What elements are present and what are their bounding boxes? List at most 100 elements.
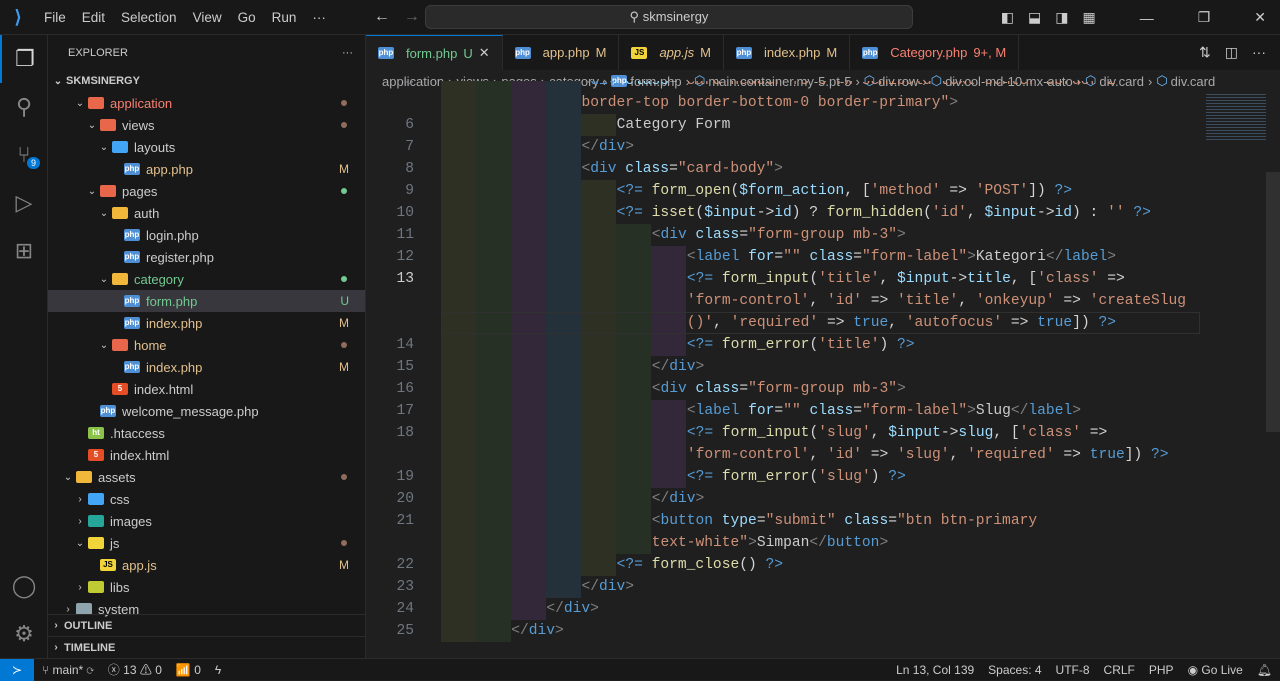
code-line[interactable]: 21 <button type="submit" class="btn btn-p… (366, 510, 1266, 532)
vertical-scrollbar[interactable] (1266, 172, 1280, 432)
tab-app-php[interactable]: php app.php M (503, 35, 620, 70)
account-icon[interactable]: ◯ (0, 562, 48, 610)
tab-app-js[interactable]: JS app.js M (619, 35, 724, 70)
more-actions-icon[interactable]: ··· (342, 47, 353, 59)
file-item[interactable]: php app.php M (48, 158, 365, 180)
back-arrow-icon[interactable]: ← (374, 8, 390, 26)
folder-item[interactable]: ⌄ layouts (48, 136, 365, 158)
compare-changes-icon[interactable]: ⇅ (1199, 44, 1211, 61)
explorer-icon[interactable]: ❐ (0, 35, 48, 83)
code-line[interactable]: 'form-control', 'id' => 'slug', 'require… (366, 444, 1266, 466)
minimize-button[interactable]: — (1140, 10, 1154, 26)
code-line[interactable]: 25 </div> (366, 620, 1266, 642)
code-line[interactable]: ()', 'required' => true, 'autofocus' => … (366, 312, 1266, 334)
folder-item[interactable]: › images (48, 510, 365, 532)
branch-indicator[interactable]: ⑂ main* ⟳ (42, 663, 94, 677)
forward-arrow-icon[interactable]: → (404, 8, 420, 26)
folder-item[interactable]: ⌄ home (48, 334, 365, 356)
toggle-secondary-sidebar-icon[interactable]: ◨ (1055, 9, 1068, 26)
file-item[interactable]: 5 index.html (48, 378, 365, 400)
file-item[interactable]: ht .htaccess (48, 422, 365, 444)
language-mode[interactable]: PHP (1149, 663, 1174, 677)
code-line[interactable]: 7 </div> (366, 136, 1266, 158)
restore-button[interactable]: ❐ (1198, 9, 1211, 26)
tab-category-php[interactable]: php Category.php 9+, M (850, 35, 1020, 70)
menu-item[interactable]: Selection (113, 10, 185, 25)
toggle-sidebar-icon[interactable]: ◧ (1001, 9, 1014, 26)
code-line[interactable]: 14 <?= form_error('title') ?> (366, 334, 1266, 356)
split-editor-icon[interactable]: ◫ (1225, 44, 1238, 61)
folder-item[interactable]: ⌄ auth (48, 202, 365, 224)
cursor-position[interactable]: Ln 13, Col 139 (896, 663, 974, 677)
indentation[interactable]: Spaces: 4 (988, 663, 1041, 677)
folder-item[interactable]: ⌄ assets (48, 466, 365, 488)
menu-item[interactable]: Edit (74, 10, 113, 25)
notifications-bell-icon[interactable]: 🔔︎ (1257, 663, 1272, 677)
code-line[interactable]: 23 </div> (366, 576, 1266, 598)
toggle-panel-icon[interactable]: ⬓ (1028, 9, 1041, 26)
folder-item[interactable]: › css (48, 488, 365, 510)
command-center-search[interactable]: ⚲ skmsinergy (425, 5, 913, 29)
code-line[interactable]: 22 <?= form_close() ?> (366, 554, 1266, 576)
code-line[interactable]: 15 </div> (366, 356, 1266, 378)
code-editor[interactable]: 5 <div class="card-header fs-5 fw-semibol… (366, 81, 1266, 658)
extensions-icon[interactable]: ⊞ (0, 227, 48, 275)
menu-item[interactable]: View (185, 10, 230, 25)
menu-item[interactable]: File (36, 10, 74, 25)
file-item[interactable]: php index.php M (48, 356, 365, 378)
tab-form-php[interactable]: php form.php U ✕ (366, 35, 503, 70)
code-line[interactable]: 18 <?= form_input('slug', $input->slug, [… (366, 422, 1266, 444)
file-item[interactable]: 5 index.html (48, 444, 365, 466)
file-item[interactable]: php login.php (48, 224, 365, 246)
code-line[interactable]: 10 <?= isset($input->id) ? form_hidden('i… (366, 202, 1266, 224)
problems-indicator[interactable]: ⓧ 13 ⚠ 0 (108, 661, 162, 678)
timeline-section[interactable]: › TIMELINE (48, 636, 366, 658)
workspace-root[interactable]: ⌄ SKMSINERGY (48, 70, 365, 92)
tab-index-php[interactable]: php index.php M (724, 35, 851, 70)
file-item[interactable]: php register.php (48, 246, 365, 268)
menu-item[interactable]: Run (264, 10, 305, 25)
ports-indicator[interactable]: 📶 0 (176, 663, 201, 677)
settings-gear-icon[interactable]: ⚙ (0, 610, 48, 658)
code-line[interactable]: 20 </div> (366, 488, 1266, 510)
file-item[interactable]: php form.php U (48, 290, 365, 312)
file-item[interactable]: php welcome_message.php (48, 400, 365, 422)
lightning-icon[interactable]: ϟ (215, 663, 221, 677)
file-item[interactable]: JS app.js M (48, 554, 365, 576)
file-item[interactable]: php index.php M (48, 312, 365, 334)
menu-item[interactable]: ··· (304, 10, 334, 25)
code-line[interactable]: text-white">Simpan</button> (366, 532, 1266, 554)
close-button[interactable]: ✕ (1254, 9, 1266, 26)
folder-item[interactable]: ⌄ js (48, 532, 365, 554)
code-line[interactable]: 5 <div class="card-header fs-5 fw-semibol… (366, 81, 1266, 92)
menu-item[interactable]: Go (230, 10, 264, 25)
run-debug-icon[interactable]: ▷ (0, 179, 48, 227)
code-line[interactable]: 11 <div class="form-group mb-3"> (366, 224, 1266, 246)
code-line[interactable]: 17 <label for="" class="form-label">Slug<… (366, 400, 1266, 422)
customize-layout-icon[interactable]: ▦ (1082, 9, 1095, 26)
go-live-button[interactable]: ◉ Go Live (1188, 663, 1243, 677)
code-line[interactable]: border-top border-bottom-0 border-primar… (366, 92, 1266, 114)
code-line[interactable]: 19 <?= form_error('slug') ?> (366, 466, 1266, 488)
folder-item[interactable]: › libs (48, 576, 365, 598)
code-line[interactable]: 13 <?= form_input('title', $input->title,… (366, 268, 1266, 290)
folder-item[interactable]: ⌄ views (48, 114, 365, 136)
code-line[interactable]: 9 <?= form_open($form_action, ['method' =… (366, 180, 1266, 202)
folder-item[interactable]: ⌄ application (48, 92, 365, 114)
close-tab-icon[interactable]: ✕ (479, 45, 490, 61)
code-line[interactable]: 6 Category Form (366, 114, 1266, 136)
line-ending[interactable]: CRLF (1104, 663, 1135, 677)
folder-item[interactable]: ⌄ category (48, 268, 365, 290)
folder-item[interactable]: ⌄ pages (48, 180, 365, 202)
code-line[interactable]: 16 <div class="form-group mb-3"> (366, 378, 1266, 400)
encoding[interactable]: UTF-8 (1056, 663, 1090, 677)
code-line[interactable]: 'form-control', 'id' => 'title', 'onkeyu… (366, 290, 1266, 312)
code-line[interactable]: 24 </div> (366, 598, 1266, 620)
remote-indicator-icon[interactable]: ≻ (0, 658, 34, 681)
more-actions-icon[interactable]: ··· (1252, 44, 1266, 61)
source-control-icon[interactable]: ⑂ 9 (0, 131, 48, 179)
outline-section[interactable]: › OUTLINE (48, 614, 366, 636)
search-icon[interactable]: ⚲ (0, 83, 48, 131)
minimap[interactable] (1206, 92, 1266, 142)
code-line[interactable]: 8 <div class="card-body"> (366, 158, 1266, 180)
